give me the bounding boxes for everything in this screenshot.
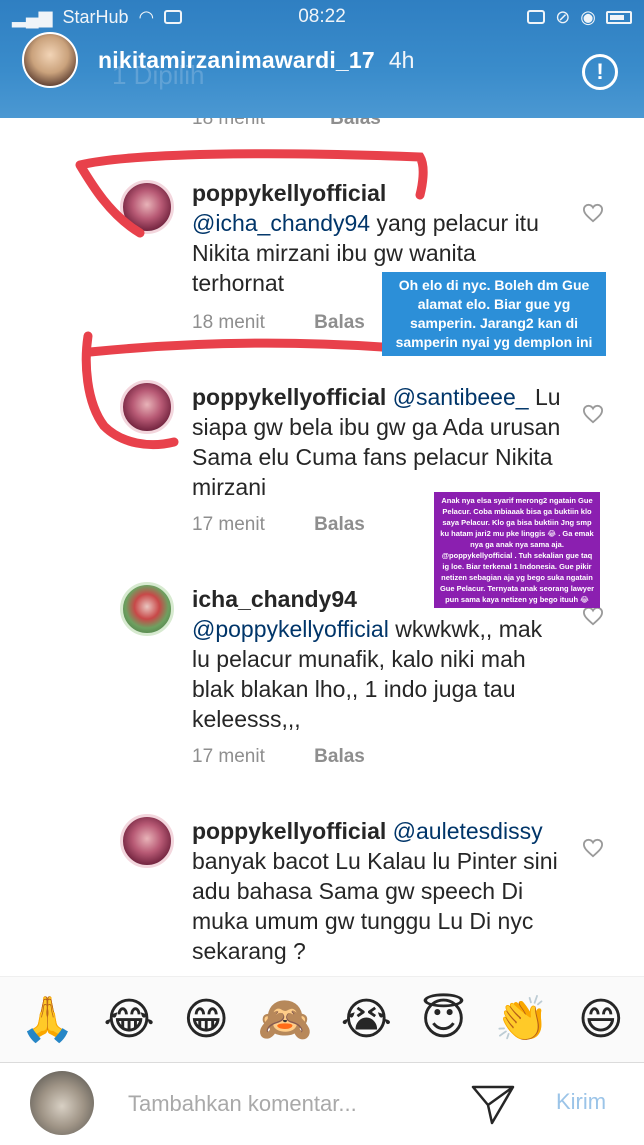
clapping-emoji[interactable]: 👏 — [495, 997, 550, 1042]
comment-meta: 17 menit Balas — [192, 514, 365, 536]
comment-mention[interactable]: @santibeee_ — [393, 384, 529, 410]
comment-text: banyak bacot Lu Kalau lu Pinter sini adu… — [192, 848, 558, 964]
battery-icon — [606, 10, 632, 24]
comment-meta: 18 menit Balas — [192, 312, 365, 334]
story-time: 4h — [388, 46, 415, 73]
carrier-name: StarHub — [62, 6, 129, 27]
heart-icon[interactable] — [582, 606, 604, 626]
story-caption-blue: Oh elo di nyc. Boleh dm Gue alamat elo. … — [382, 272, 606, 356]
comment-mention[interactable]: @auletesdissy — [393, 818, 543, 844]
wifi-icon: ◠ — [138, 6, 155, 27]
reply-button[interactable]: Balas — [314, 514, 365, 535]
see-no-evil-emoji[interactable]: 🙈 — [257, 997, 312, 1042]
commenter-avatar[interactable] — [120, 180, 174, 234]
commenter-avatar[interactable] — [120, 582, 174, 636]
story-user[interactable]: nikitamirzanimawardi_17 4h — [22, 32, 414, 88]
comment-mention[interactable]: @poppykellyofficial — [192, 616, 389, 642]
tears-of-joy-emoji[interactable]: 😂 — [103, 997, 154, 1042]
instagram-notification-icon — [164, 10, 183, 24]
story-header: ▂▄▆ StarHub ◠ 08:22 ⊘ ◉ 1 Dipilih nikita… — [0, 0, 644, 118]
comment-time: 17 menit — [192, 514, 265, 535]
comment-meta: 17 menit Balas — [192, 746, 365, 768]
story-caption-purple: Anak nya elsa syarif merong2 ngatain Gue… — [434, 492, 600, 608]
folded-hands-emoji[interactable]: 🙏 — [20, 997, 75, 1042]
comment-body: poppykellyofficial @santibeee_ Lu siapa … — [192, 382, 562, 502]
eye-icon: ◉ — [580, 6, 596, 27]
comment-time: 17 menit — [192, 746, 265, 767]
reply-button[interactable]: Balas — [314, 312, 365, 333]
comment-composer: Kirim — [0, 1062, 644, 1145]
comment-username[interactable]: poppykellyofficial — [192, 818, 386, 844]
direct-send-icon[interactable] — [470, 1083, 516, 1127]
story-username[interactable]: nikitamirzanimawardi_17 — [98, 47, 375, 74]
mute-icon: ⊘ — [555, 6, 571, 27]
status-bar: ▂▄▆ StarHub ◠ 08:22 ⊘ ◉ — [0, 0, 644, 34]
comment-username[interactable]: icha_chandy94 — [192, 586, 357, 612]
comment-username[interactable]: poppykellyofficial — [192, 180, 386, 206]
cast-icon — [527, 10, 546, 24]
halo-emoji[interactable]: 😇 — [420, 997, 466, 1042]
emoji-bar: 🙏 😂 😁 🙈 😭 😇 👏 😄 — [0, 976, 644, 1062]
exclamation-icon: ! — [596, 59, 604, 84]
heart-icon[interactable] — [582, 404, 604, 424]
comment-body: poppykellyofficial @auletesdissy banyak … — [192, 816, 562, 966]
signal-icon: ▂▄▆ — [12, 6, 53, 27]
post-button[interactable]: Kirim — [556, 1089, 606, 1115]
comment-time: 18 menit — [192, 312, 265, 333]
comment-mention[interactable]: @icha_chandy94 — [192, 210, 370, 236]
info-button[interactable]: ! — [582, 54, 618, 90]
current-user-avatar — [30, 1071, 94, 1135]
grinning-emoji[interactable]: 😁 — [183, 997, 229, 1042]
crying-emoji[interactable]: 😭 — [341, 997, 392, 1042]
reply-button[interactable]: Balas — [314, 746, 365, 767]
status-time: 08:22 — [298, 6, 346, 27]
heart-icon[interactable] — [582, 203, 604, 223]
comment-input[interactable] — [128, 1087, 428, 1121]
heart-icon[interactable] — [582, 838, 604, 858]
smile-emoji[interactable]: 😄 — [578, 997, 624, 1042]
comment-username[interactable]: poppykellyofficial — [192, 384, 386, 410]
commenter-avatar[interactable] — [120, 814, 174, 868]
story-avatar[interactable] — [22, 32, 78, 88]
commenter-avatar[interactable] — [120, 380, 174, 434]
